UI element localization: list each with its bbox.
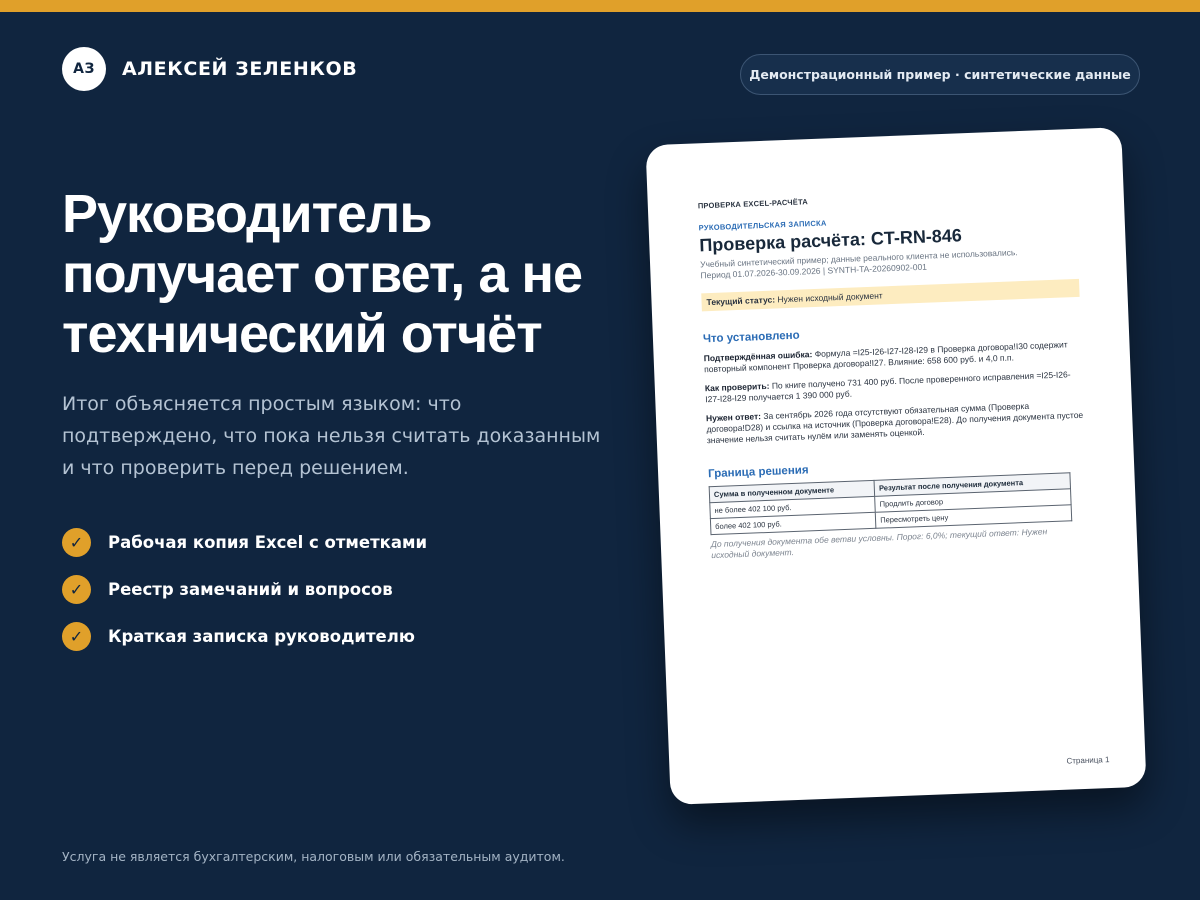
feature-label: Реестр замечаний и вопросов — [108, 579, 393, 599]
feature-item: ✓ Реестр замечаний и вопросов — [62, 573, 427, 605]
top-accent-bar — [0, 0, 1200, 12]
demo-badge: Демонстрационный пример · синтетические … — [740, 54, 1140, 95]
check-icon: ✓ — [62, 527, 91, 557]
page-title: Руководитель получает ответ, а не технич… — [62, 184, 583, 364]
feature-list: ✓ Рабочая копия Excel с отметками ✓ Реес… — [62, 526, 427, 667]
brand-logo: АЗ — [62, 47, 106, 91]
doc-finding-text: За сентябрь 2026 года отсутствуют обязат… — [706, 400, 1084, 446]
check-icon: ✓ — [62, 574, 91, 604]
brand-name: АЛЕКСЕЙ ЗЕЛЕНКОВ — [122, 58, 358, 80]
decision-table: Сумма в полученном документе Результат п… — [709, 472, 1073, 535]
doc-status-value: Нужен исходный документ — [777, 290, 883, 305]
feature-label: Рабочая копия Excel с отметками — [108, 532, 428, 552]
feature-item: ✓ Краткая записка руководителю — [62, 620, 427, 652]
doc-status: Текущий статус: Нужен исходный документ — [701, 278, 1080, 312]
doc-finding: Нужен ответ: За сентябрь 2026 года отсут… — [706, 399, 1085, 446]
doc-page-number: Страница 1 — [1066, 755, 1110, 766]
doc-finding: Подтверждённая ошибка: Формула =I25-I26-… — [704, 339, 1083, 375]
check-icon: ✓ — [62, 621, 91, 651]
disclaimer: Услуга не является бухгалтерским, налого… — [62, 849, 565, 864]
doc-status-label: Текущий статус: — [706, 294, 776, 308]
doc-finding: Как проверить: По книге получено 731 400… — [705, 369, 1084, 405]
document-preview: ПРОВЕРКА EXCEL-РАСЧЁТА РУКОВОДИТЕЛЬСКАЯ … — [645, 127, 1147, 805]
page-subtitle: Итог объясняется простым языком: что под… — [62, 393, 601, 479]
feature-label: Краткая записка руководителю — [108, 626, 415, 646]
doc-header: ПРОВЕРКА EXCEL-РАСЧЁТА — [697, 197, 809, 211]
feature-item: ✓ Рабочая копия Excel с отметками — [62, 526, 427, 558]
brand[interactable]: АЗ АЛЕКСЕЙ ЗЕЛЕНКОВ — [62, 47, 357, 91]
